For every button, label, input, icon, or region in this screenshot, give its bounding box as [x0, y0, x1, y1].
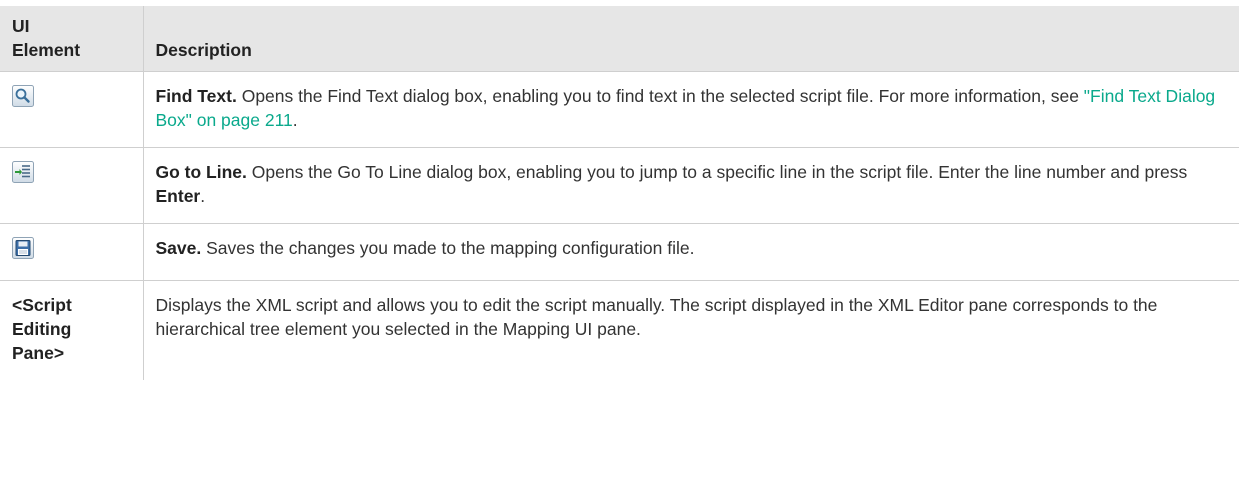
header-ui-element-line1: UI — [12, 16, 30, 36]
description-cell: Find Text. Opens the Find Text dialog bo… — [143, 71, 1239, 148]
row-title: Go to Line. — [155, 162, 247, 182]
element-cell — [0, 147, 144, 224]
row-title: Find Text. — [155, 86, 237, 106]
table-row: <Script Editing Pane> Displays the XML s… — [0, 280, 1239, 381]
enter-key-label: Enter — [155, 186, 201, 206]
header-description: Description — [142, 6, 1239, 72]
magnifier-icon — [12, 85, 34, 107]
element-name-line3: Pane> — [12, 343, 65, 363]
description-cell: Save. Saves the changes you made to the … — [143, 223, 1239, 281]
row-text: Opens the Go To Line dialog box, enablin… — [246, 162, 1188, 182]
header-ui-element: UI Element — [0, 6, 144, 72]
row-text: Opens the Find Text dialog box, enabling… — [236, 86, 1084, 106]
table-row: Find Text. Opens the Find Text dialog bo… — [0, 71, 1239, 148]
header-ui-element-line2: Element — [12, 40, 81, 60]
description-cell: Displays the XML script and allows you t… — [143, 281, 1239, 381]
floppy-disk-icon — [12, 237, 34, 259]
table-row: Save. Saves the changes you made to the … — [0, 223, 1239, 281]
element-cell — [0, 71, 144, 148]
element-name-line1: <Script — [12, 295, 72, 315]
row-title: Save. — [155, 238, 202, 258]
element-cell: <Script Editing Pane> — [0, 280, 144, 380]
table-header-row: UI Element Description — [0, 6, 1239, 72]
description-cell: Go to Line. Opens the Go To Line dialog … — [143, 147, 1239, 224]
element-name-line2: Editing — [12, 319, 72, 339]
row-text: Displays the XML script and allows you t… — [155, 295, 1158, 339]
go-to-line-icon — [12, 161, 34, 183]
row-text: Saves the changes you made to the mappin… — [201, 238, 695, 258]
ui-elements-table: UI Element Description Find Text. Opens … — [0, 6, 1239, 380]
element-cell — [0, 223, 144, 281]
row-text-end: . — [200, 186, 206, 206]
table-row: Go to Line. Opens the Go To Line dialog … — [0, 147, 1239, 224]
row-text-end: . — [292, 110, 298, 130]
